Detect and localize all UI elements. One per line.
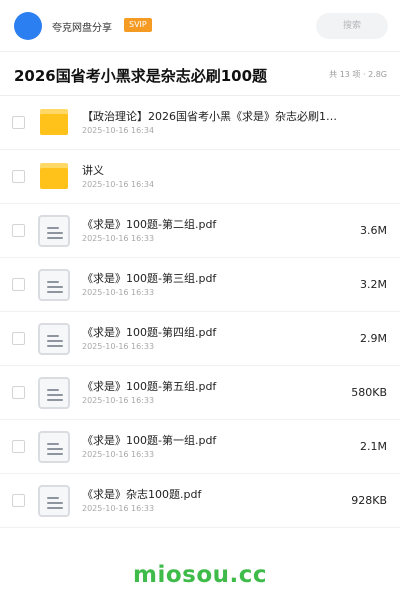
file-date: 2025-10-16 16:34 xyxy=(82,126,155,135)
share-owner-name: 夸克网盘分享 xyxy=(52,23,112,34)
document-icon xyxy=(38,431,70,463)
file-row[interactable]: 《求是》100题-第五组.pdf 2025-10-16 16:33 580KB xyxy=(0,366,400,420)
file-size: 2.9M xyxy=(360,332,387,345)
file-row[interactable]: 《求是》100题-第四组.pdf 2025-10-16 16:33 2.9M xyxy=(0,312,400,366)
document-icon xyxy=(38,269,70,301)
select-checkbox[interactable] xyxy=(12,386,25,399)
file-name: 《求是》100题-第二组.pdf xyxy=(82,218,217,231)
top-bar: 夸克网盘分享 SVIP 搜索 xyxy=(0,0,400,52)
file-name: 《求是》100题-第一组.pdf xyxy=(82,434,217,447)
document-icon xyxy=(38,377,70,409)
file-date: 2025-10-16 16:33 xyxy=(82,504,155,513)
file-date: 2025-10-16 16:33 xyxy=(82,342,155,351)
document-icon xyxy=(38,323,70,355)
file-date: 2025-10-16 16:33 xyxy=(82,396,155,405)
watermark: miosou.cc xyxy=(132,562,268,588)
file-date: 2025-10-16 16:33 xyxy=(82,234,155,243)
document-icon xyxy=(38,485,70,517)
file-size: 3.6M xyxy=(360,224,387,237)
file-name: 《求是》100题-第五组.pdf xyxy=(82,380,217,393)
select-checkbox[interactable] xyxy=(12,278,25,291)
file-name: 《求是》100题-第四组.pdf xyxy=(82,326,217,339)
file-row[interactable]: 《求是》100题-第三组.pdf 2025-10-16 16:33 3.2M xyxy=(0,258,400,312)
item-summary: 共 13 项 · 2.8G xyxy=(329,70,387,79)
select-checkbox[interactable] xyxy=(12,224,25,237)
select-checkbox[interactable] xyxy=(12,332,25,345)
file-name: 【政治理论】2026国省考小黑《求是》杂志必刷10… xyxy=(82,110,342,123)
folder-icon xyxy=(40,163,68,189)
select-checkbox[interactable] xyxy=(12,494,25,507)
page-title: 2026国省考小黑求是杂志必刷100题 xyxy=(14,67,268,85)
file-date: 2025-10-16 16:34 xyxy=(82,180,155,189)
file-row[interactable]: 【政治理论】2026国省考小黑《求是》杂志必刷10… 2025-10-16 16:… xyxy=(0,96,400,150)
file-row[interactable]: 《求是》杂志100题.pdf 2025-10-16 16:33 928KB xyxy=(0,474,400,528)
file-date: 2025-10-16 16:33 xyxy=(82,450,155,459)
file-size: 580KB xyxy=(351,386,387,399)
file-name: 《求是》杂志100题.pdf xyxy=(82,488,202,501)
file-name: 讲义 xyxy=(82,164,104,177)
file-size: 3.2M xyxy=(360,278,387,291)
file-date: 2025-10-16 16:33 xyxy=(82,288,155,297)
file-size: 928KB xyxy=(351,494,387,507)
select-checkbox[interactable] xyxy=(12,116,25,129)
file-row[interactable]: 讲义 2025-10-16 16:34 xyxy=(0,150,400,204)
file-name: 《求是》100题-第三组.pdf xyxy=(82,272,217,285)
avatar[interactable] xyxy=(14,12,42,40)
folder-icon xyxy=(40,109,68,135)
select-checkbox[interactable] xyxy=(12,440,25,453)
file-row[interactable]: 《求是》100题-第一组.pdf 2025-10-16 16:33 2.1M xyxy=(0,420,400,474)
file-row[interactable]: 《求是》100题-第二组.pdf 2025-10-16 16:33 3.6M xyxy=(0,204,400,258)
select-checkbox[interactable] xyxy=(12,170,25,183)
folder-header: 2026国省考小黑求是杂志必刷100题 共 13 项 · 2.8G xyxy=(0,52,400,96)
file-size: 2.1M xyxy=(360,440,387,453)
search-input[interactable]: 搜索 xyxy=(316,13,388,39)
svip-badge: SVIP xyxy=(124,18,152,32)
document-icon xyxy=(38,215,70,247)
